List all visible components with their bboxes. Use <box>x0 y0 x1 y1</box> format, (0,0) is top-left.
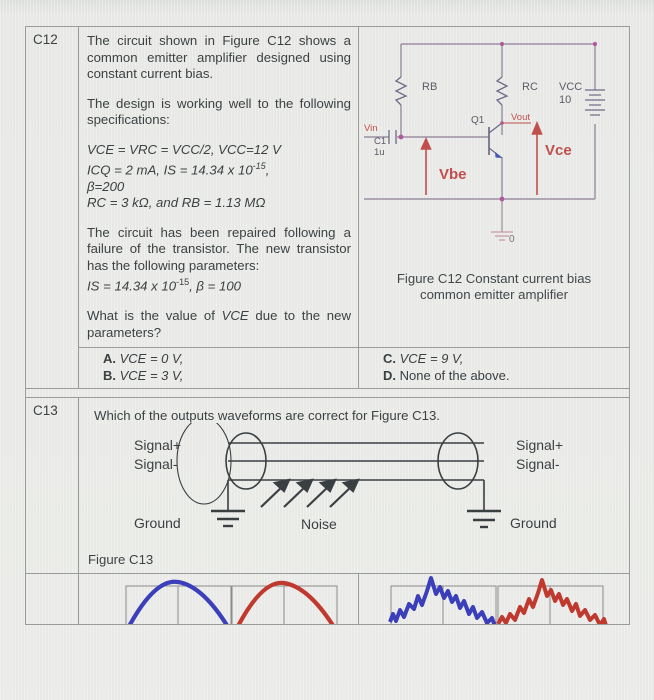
resistor-rb <box>394 76 408 106</box>
capacitor-c1 <box>388 130 397 144</box>
noise-arrows <box>260 478 360 509</box>
label-vout: Vout <box>511 112 530 123</box>
label-vce: Vce <box>545 142 572 159</box>
label-rc: RC <box>522 81 538 93</box>
c12-new-params-base: IS = 14.34 x 10 <box>87 278 177 294</box>
waveform-answers-row <box>25 573 630 626</box>
ground-symbol-left <box>211 510 245 528</box>
spacer-cell <box>25 388 630 399</box>
c12-paragraph-1: The circuit shown in Figure C12 shows a … <box>87 33 351 81</box>
figure-c12-cell: RB RC VCC 10 Q1 Vout Vce Vbe Vin C1 1u 0… <box>358 25 630 349</box>
c12-spec-3: β=200 <box>87 178 125 194</box>
label-ground-left: Ground <box>134 515 181 531</box>
c12-question: What is the value of VCE due to the new … <box>87 308 351 341</box>
label-right-signal-plus: Signal+ <box>516 437 563 453</box>
c12-spec-2: ICQ = 2 mA, IS = 14.34 x 10-15, <box>87 158 351 179</box>
question-c12-text: The circuit shown in Figure C12 shows a … <box>78 25 359 349</box>
table-spacer-row <box>25 388 630 399</box>
answer-c-text: VCE = 9 V, <box>399 351 464 367</box>
c12-spec-2-tail: , <box>265 162 270 178</box>
answer-d-key: D. <box>383 367 396 383</box>
question-id-c12: C12 <box>25 25 79 390</box>
c12-spec-4: RC = 3 kΩ, and RB = 1.13 MΩ <box>87 195 266 211</box>
answer-option-d[interactable]: D. None of the above. <box>359 368 629 384</box>
c12-new-params: IS = 14.34 x 10-15, β = 100 <box>87 274 351 295</box>
label-c1: C1 <box>374 136 386 147</box>
label-vin: Vin <box>364 123 378 134</box>
annotation-arrows <box>420 120 543 195</box>
battery-vcc <box>585 89 605 116</box>
label-left-signal-minus: Signal- <box>134 456 178 472</box>
answer-option-a[interactable]: A. VCE = 0 V, <box>79 351 358 367</box>
table-row: C13 Which of the outputs waveforms are c… <box>25 397 630 575</box>
question-id-c13: C13 <box>25 397 79 575</box>
waveform-panels-left <box>125 580 338 625</box>
waveform-id-cell <box>25 573 79 626</box>
c12-question-var: VCE <box>221 308 249 324</box>
question-c13-cell: Which of the outputs waveforms are corre… <box>78 397 630 575</box>
answers-right-cell: C. VCE = 9 V, D. None of the above. <box>358 347 630 390</box>
table-row: C12 The circuit shown in Figure C12 show… <box>25 25 630 390</box>
c12-paragraph-2: The design is working well to the follow… <box>87 95 351 128</box>
figure-c13-label: Figure C13 <box>88 552 154 568</box>
label-rb: RB <box>422 81 437 93</box>
waveform-panels-right <box>388 576 608 625</box>
label-ground-right: Ground <box>510 515 557 531</box>
label-noise: Noise <box>301 516 337 532</box>
c12-spec-1: VCE = VRC = VCC/2, VCC=12 V <box>87 141 281 157</box>
label-c1-value: 1u <box>374 147 385 158</box>
answer-option-b[interactable]: B. VCE = 3 V, <box>79 368 358 384</box>
answers-left-cell: A. VCE = 0 V, B. VCE = 3 V, <box>78 347 359 390</box>
answers-row-c12: A. VCE = 0 V, B. VCE = 3 V, C. VCE = 9 V… <box>26 347 630 390</box>
answer-option-c[interactable]: C. VCE = 9 V, <box>359 351 629 367</box>
figure-c12-caption: Figure C12 Constant current bias common … <box>359 271 629 303</box>
question-table: C12 The circuit shown in Figure C12 show… <box>25 25 630 626</box>
c12-spec-2-base: ICQ = 2 mA, IS = 14.34 x 10 <box>87 162 253 178</box>
question-c13-text: Which of the outputs waveforms are corre… <box>94 408 440 424</box>
answer-d-text: None of the above. <box>399 367 510 383</box>
answer-b-key: B. <box>103 367 116 383</box>
answer-b-text: VCE = 3 V, <box>119 367 184 383</box>
label-vcc: VCC <box>559 81 582 93</box>
figure-c12-caption-line1: Figure C12 Constant current bias <box>396 271 592 286</box>
label-q1: Q1 <box>471 115 485 126</box>
junction-dots <box>398 41 598 202</box>
label-ground-0: 0 <box>509 234 515 245</box>
figure-c12-caption-line2: common emitter amplifier <box>419 287 569 302</box>
waveform-trace-smooth-red <box>236 581 335 625</box>
figure-c13-diagram: Signal+ Signal- Signal+ Signal- Ground G… <box>134 423 563 532</box>
answer-a-key: A. <box>103 351 116 367</box>
c12-new-params-tail: , β = 100 <box>189 278 242 294</box>
resistor-rc <box>495 76 509 106</box>
label-vbe: Vbe <box>439 166 467 183</box>
circuit-schematic-c12: RB RC VCC 10 Q1 Vout Vce Vbe Vin C1 1u 0 <box>364 41 605 245</box>
label-vcc-value: 10 <box>559 94 571 106</box>
answer-a-text: VCE = 0 V, <box>119 351 184 367</box>
c12-new-params-exp: -15 <box>176 277 190 288</box>
label-left-signal-plus: Signal+ <box>134 437 181 453</box>
shield-outline-left <box>176 423 232 505</box>
waveform-left-cell <box>78 573 359 626</box>
c12-spec-2-exp: -15 <box>252 161 266 171</box>
answer-c-key: C. <box>383 351 396 367</box>
waveform-right-cell <box>358 573 630 626</box>
c12-question-pre: What is the value of <box>87 308 222 324</box>
waveform-trace-noisy-red <box>496 578 608 625</box>
ground-symbol-right <box>467 510 501 529</box>
label-right-signal-minus: Signal- <box>516 456 560 472</box>
c12-repair-text: The circuit has been repaired following … <box>87 224 351 273</box>
